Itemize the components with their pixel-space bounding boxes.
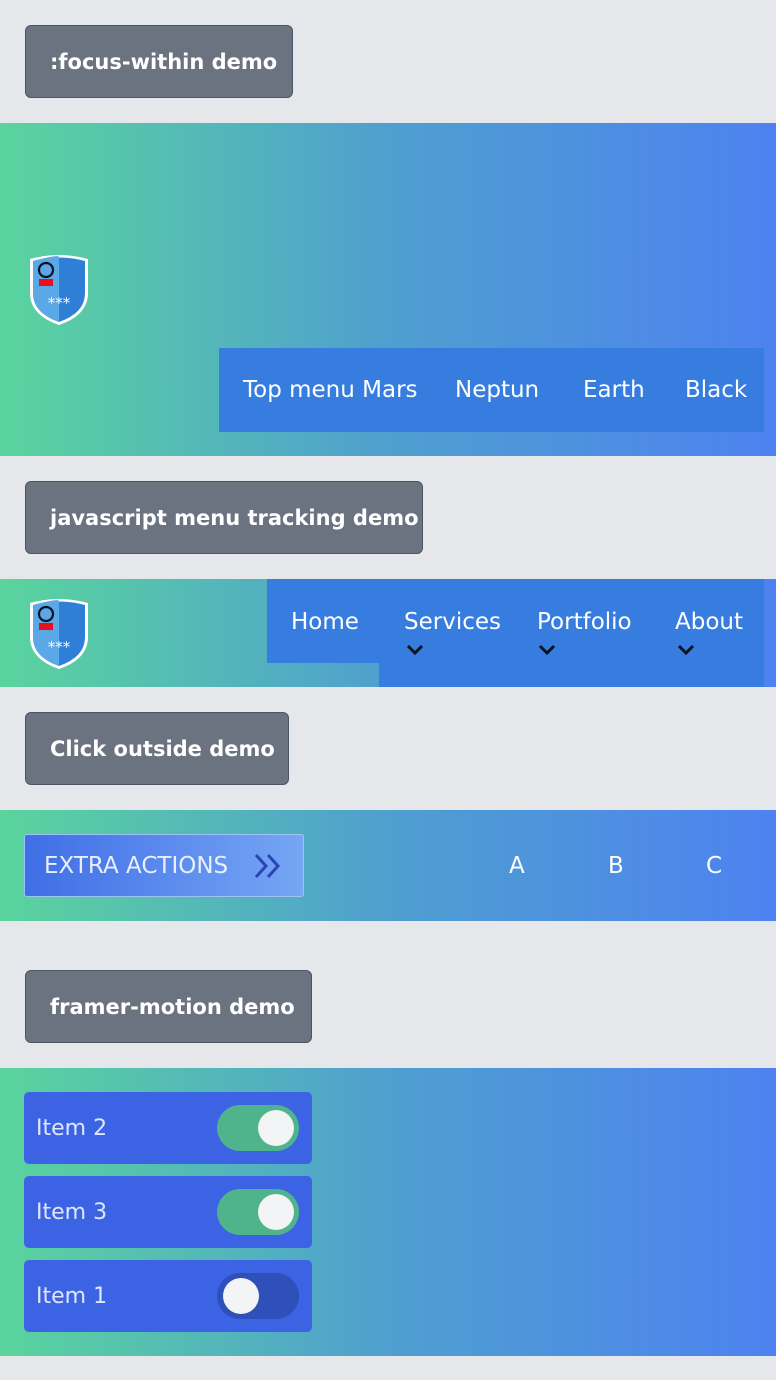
toggle-knob	[258, 1110, 294, 1146]
toggle-label: Item 3	[36, 1200, 108, 1225]
nav-item-services[interactable]: Services	[404, 609, 501, 635]
toggle-row-item-1: Item 1	[24, 1260, 312, 1332]
toggle-switch[interactable]	[217, 1189, 299, 1235]
focus-within-header: *** Top menu Mars Neptun Earth Black	[0, 123, 776, 456]
toggle-row-item-3: Item 3	[24, 1176, 312, 1248]
extra-actions-label: EXTRA ACTIONS	[44, 852, 229, 879]
toggle-switch[interactable]	[217, 1105, 299, 1151]
click-outside-header: EXTRA ACTIONS A B C	[0, 810, 776, 921]
click-outside-demo-label[interactable]: Click outside demo	[25, 712, 289, 785]
nav-item-portfolio[interactable]: Portfolio	[537, 609, 632, 635]
action-b[interactable]: B	[608, 853, 624, 879]
top-menu-item-neptun[interactable]: Neptun	[455, 377, 539, 403]
toggle-knob	[223, 1278, 259, 1314]
top-menu-item-earth[interactable]: Earth	[583, 377, 645, 403]
nav-item-home[interactable]: Home	[291, 609, 359, 635]
toggle-knob	[258, 1194, 294, 1230]
action-c[interactable]: C	[706, 853, 722, 879]
top-menu: Top menu Mars Neptun Earth Black	[219, 348, 764, 432]
shield-logo-icon[interactable]: ***	[25, 597, 93, 671]
nav-item-about[interactable]: About	[675, 609, 743, 635]
top-menu-item-mars[interactable]: Top menu Mars	[243, 377, 418, 403]
toggle-label: Item 1	[36, 1284, 108, 1309]
logo-stars: ***	[48, 638, 71, 656]
js-tracking-demo-label[interactable]: javascript menu tracking demo	[25, 481, 423, 554]
toggle-row-item-2: Item 2	[24, 1092, 312, 1164]
nav-menu: Home Services Portfolio About	[267, 579, 764, 687]
chevron-down-icon[interactable]	[677, 644, 695, 656]
framer-motion-demo-label[interactable]: framer-motion demo	[25, 970, 312, 1043]
chevron-down-icon[interactable]	[406, 644, 424, 656]
double-chevron-right-icon	[254, 853, 281, 879]
top-menu-item-black[interactable]: Black	[685, 377, 747, 403]
toggle-label: Item 2	[36, 1116, 108, 1141]
shield-logo-icon[interactable]: ***	[25, 253, 93, 327]
framer-motion-panel: Item 2 Item 3 Item 1	[0, 1068, 776, 1356]
logo-stars: ***	[48, 294, 71, 312]
nav-menu-dropdown-strip	[379, 663, 764, 687]
action-a[interactable]: A	[509, 853, 525, 879]
focus-within-demo-label[interactable]: :focus-within demo	[25, 25, 293, 98]
chevron-down-icon[interactable]	[538, 644, 556, 656]
extra-actions-button[interactable]: EXTRA ACTIONS	[24, 834, 304, 897]
toggle-switch[interactable]	[217, 1273, 299, 1319]
js-tracking-header: *** Home Services Portfolio About	[0, 579, 776, 687]
